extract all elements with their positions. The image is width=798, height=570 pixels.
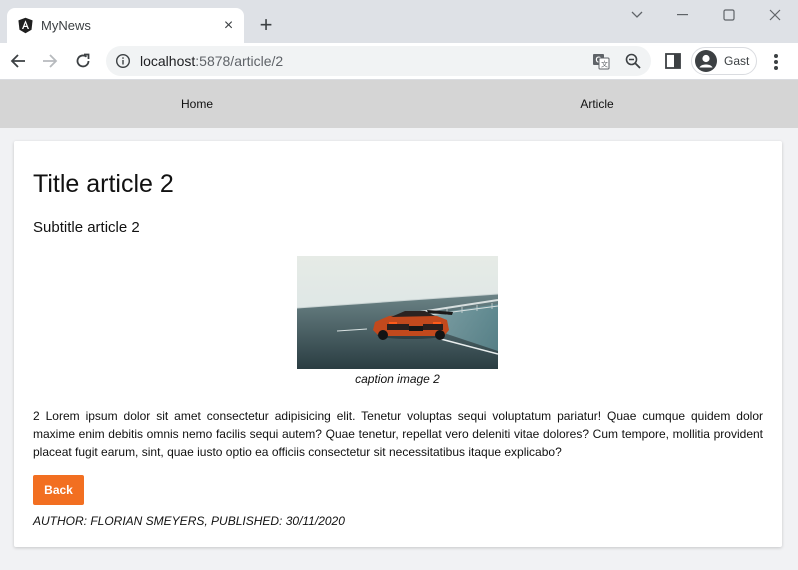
nav-link-article[interactable]: Article	[580, 97, 613, 111]
maximize-icon[interactable]	[714, 4, 744, 26]
back-arrow-icon[interactable]	[5, 48, 31, 74]
nav-link-home[interactable]: Home	[181, 97, 213, 111]
side-panel-icon[interactable]	[664, 52, 682, 70]
url-text: localhost:5878/article/2	[140, 53, 283, 69]
avatar-icon	[695, 50, 717, 72]
article-body: 2 Lorem ipsum dolor sit amet consectetur…	[33, 409, 763, 459]
browser-tab[interactable]: MyNews ×	[7, 8, 244, 43]
tab-title: MyNews	[41, 18, 91, 33]
article-meta: AUTHOR: FLORIAN SMEYERS, PUBLISHED: 30/1…	[33, 514, 345, 528]
browser-toolbar: localhost:5878/article/2 G 文 Gast	[0, 43, 798, 80]
new-tab-icon[interactable]: +	[254, 12, 278, 37]
article-image	[297, 256, 498, 369]
article-card: Title article 2 Subtitle article 2 capti…	[14, 141, 782, 547]
page-viewport: Home Article Title article 2 Subtitle ar…	[0, 80, 798, 570]
minimize-icon[interactable]	[668, 4, 698, 26]
tab-search-chevron-icon[interactable]	[622, 4, 652, 26]
url-host: localhost	[140, 53, 196, 69]
forward-arrow-icon[interactable]	[37, 48, 63, 74]
article-figure: caption image 2	[297, 256, 498, 386]
article-subtitle: Subtitle article 2	[33, 219, 140, 236]
angular-icon	[18, 17, 33, 34]
translate-icon[interactable]: G 文	[592, 52, 610, 70]
site-info-icon[interactable]	[115, 53, 131, 69]
back-button[interactable]: Back	[33, 475, 84, 505]
close-tab-icon[interactable]: ×	[220, 17, 237, 34]
zoom-out-icon[interactable]	[624, 52, 642, 70]
site-navbar: Home Article	[0, 80, 798, 128]
profile-button[interactable]: Gast	[691, 47, 757, 75]
menu-kebab-icon[interactable]	[767, 52, 785, 72]
article-title: Title article 2	[33, 170, 174, 198]
url-path: :5878/article/2	[195, 53, 284, 69]
svg-text:文: 文	[601, 60, 608, 69]
image-caption: caption image 2	[355, 372, 440, 386]
close-window-icon[interactable]	[760, 4, 790, 26]
profile-name: Gast	[724, 54, 750, 68]
address-bar[interactable]: localhost:5878/article/2 G 文	[106, 46, 651, 76]
reload-icon[interactable]	[70, 48, 96, 74]
tab-strip: MyNews × +	[0, 0, 798, 43]
